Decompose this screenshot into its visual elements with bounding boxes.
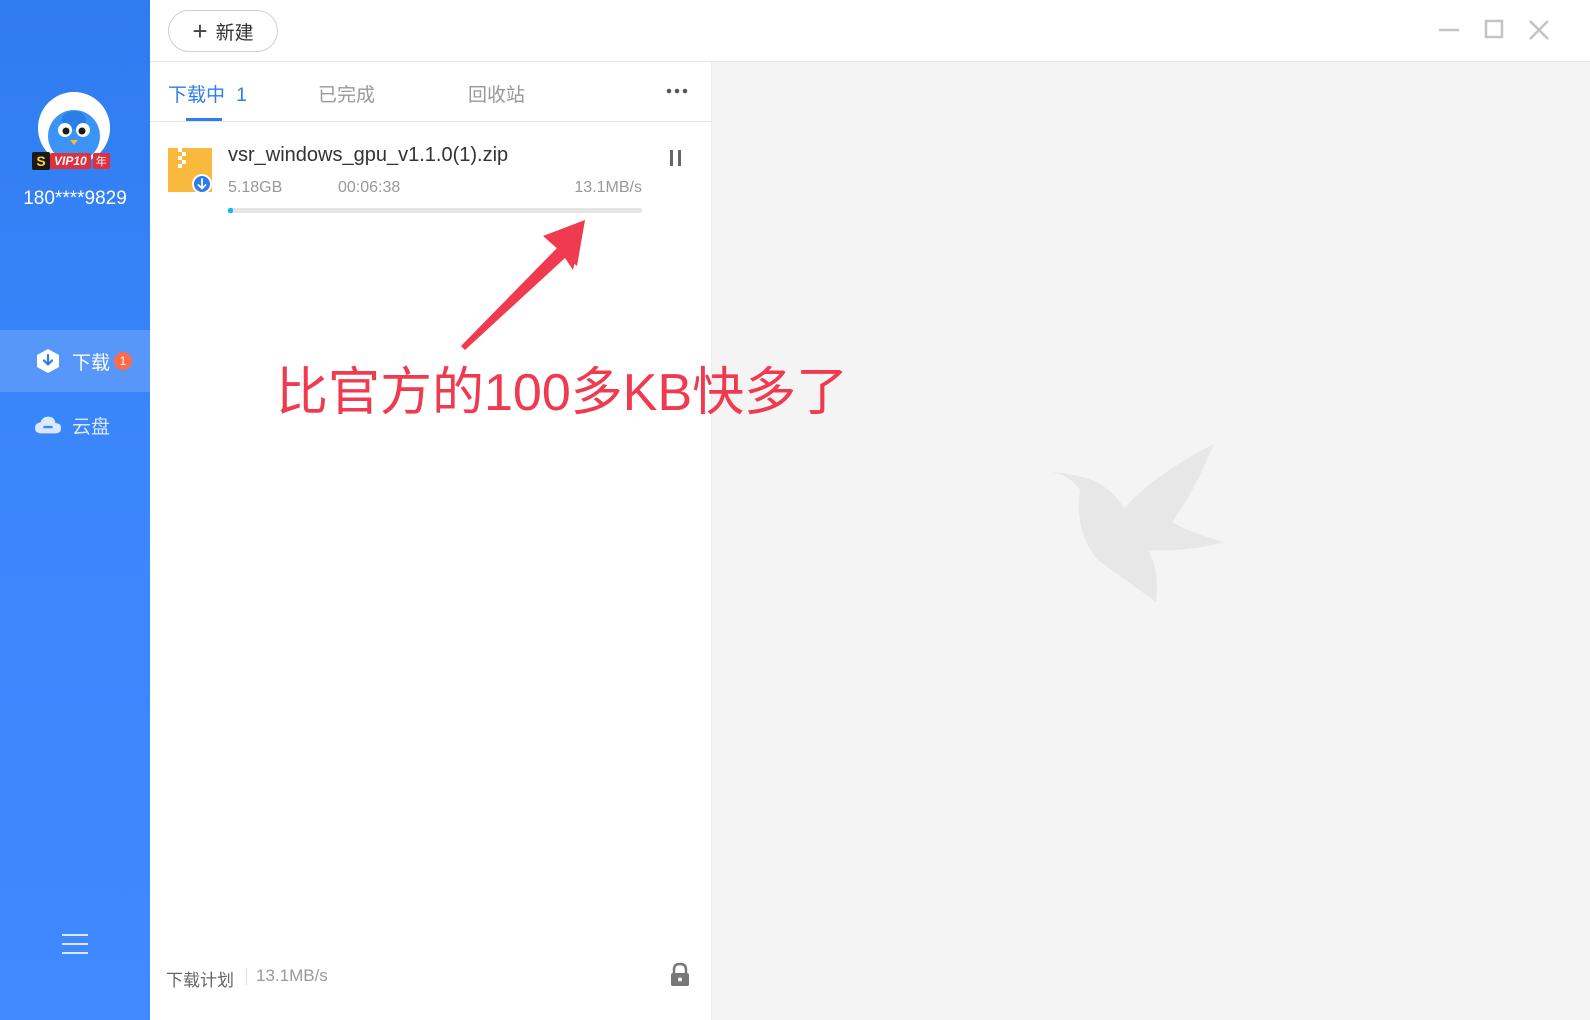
super-vip-icon: S	[32, 152, 50, 170]
minimize-icon[interactable]	[1435, 16, 1463, 44]
download-task-row[interactable]: vsr_windows_gpu_v1.1.0(1).zip 5.18GB 00:…	[150, 134, 712, 224]
download-plan-button[interactable]: 下载计划	[166, 966, 234, 991]
active-tab-underline	[186, 118, 222, 121]
download-speed: 13.1MB/s	[574, 179, 642, 196]
vip-year-text: 年	[92, 153, 110, 169]
close-icon[interactable]	[1525, 16, 1553, 44]
total-speed: 13.1MB/s	[256, 966, 328, 985]
nav-download-label: 下载	[72, 352, 111, 374]
nav-cloud-label: 云盘	[72, 416, 111, 438]
footer-divider	[246, 969, 247, 985]
user-phone: 180****9829	[23, 188, 127, 209]
vip-badge[interactable]: S VIP10 年	[32, 152, 122, 170]
plus-icon: +	[192, 16, 208, 46]
tab-downloading-count: 1	[236, 85, 247, 106]
zip-file-icon	[166, 146, 214, 194]
new-task-label: 新建	[215, 22, 254, 44]
new-task-button[interactable]: + 新建	[168, 10, 278, 52]
download-list-panel: 下载中 1 已完成 回收站 vsr_windows_gpu_v1.1.0(1).…	[150, 62, 712, 1020]
hummingbird-logo-icon	[1038, 442, 1238, 632]
list-footer: 下载计划 13.1MB/s	[150, 960, 712, 996]
tab-recycle-bin[interactable]: 回收站	[468, 80, 525, 107]
cloud-icon	[34, 411, 62, 439]
detail-panel	[712, 62, 1590, 1020]
nav-item-download[interactable]: 下载 1	[0, 330, 150, 392]
more-options-icon[interactable]	[665, 84, 689, 96]
file-name: vsr_windows_gpu_v1.1.0(1).zip	[228, 144, 509, 166]
time-remaining: 00:06:38	[338, 179, 401, 196]
file-size: 5.18GB	[228, 179, 283, 196]
tab-downloading-label: 下载中	[168, 85, 226, 106]
vip-level-text: VIP10	[50, 153, 91, 169]
pause-icon[interactable]	[666, 146, 686, 170]
download-count-badge: 1	[114, 352, 133, 370]
nav-item-cloud[interactable]: 云盘	[0, 394, 150, 456]
download-progress-fill	[228, 208, 233, 213]
menu-icon[interactable]	[62, 934, 88, 956]
download-hexagon-icon	[34, 347, 62, 375]
top-bar: + 新建	[150, 0, 1590, 62]
tab-downloading[interactable]: 下载中 1	[168, 80, 247, 121]
download-tabs: 下载中 1 已完成 回收站	[150, 62, 712, 122]
annotation-arrow	[455, 212, 605, 352]
sidebar: S VIP10 年 180****9829 下载 1 云盘	[0, 0, 150, 1020]
lock-icon[interactable]	[668, 962, 692, 988]
download-manager-window: S VIP10 年 180****9829 下载 1 云盘 + 新建 下载中 1…	[0, 0, 1590, 1020]
tab-completed[interactable]: 已完成	[318, 80, 375, 107]
annotation-text: 比官方的100多KB快多了	[276, 364, 849, 422]
maximize-icon[interactable]	[1480, 16, 1508, 44]
